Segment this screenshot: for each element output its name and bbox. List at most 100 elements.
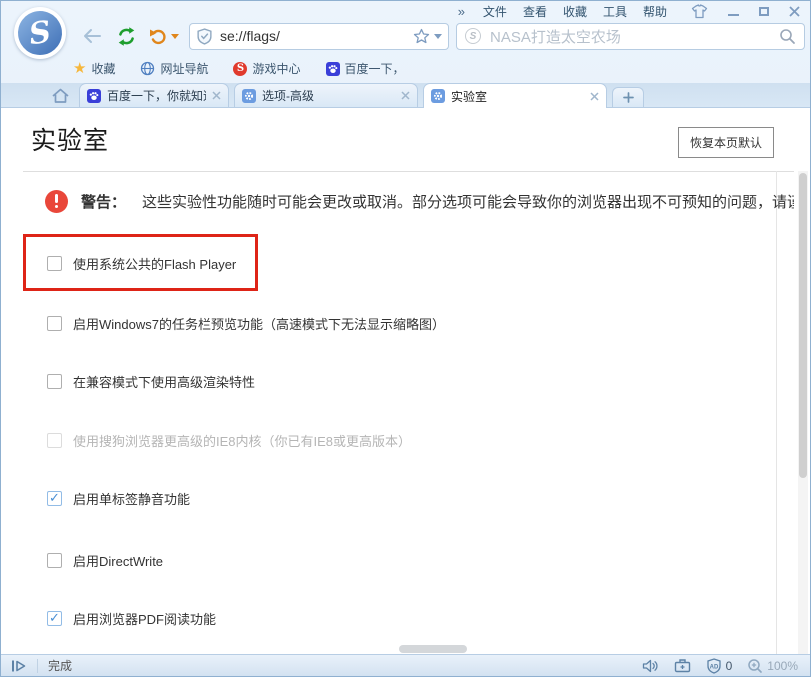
bookmark-label: 游戏中心 [252, 60, 300, 77]
flag-label: 在兼容模式下使用高级渲染特性 [73, 372, 255, 391]
sogou-search-icon: S [465, 28, 481, 44]
flag-row-directwrite: 启用DirectWrite [47, 551, 163, 569]
minimize-icon[interactable] [728, 14, 739, 16]
home-icon[interactable] [49, 87, 71, 104]
address-bar[interactable]: se://flags/ [189, 23, 449, 50]
gear-icon [431, 89, 445, 103]
checkbox[interactable] [47, 374, 62, 389]
baidu-paw-icon [326, 62, 340, 76]
tab-bar: 百度一下，你就知道 选项-高级 实验室 [1, 83, 810, 108]
flag-row-tab-mute: 启用单标签静音功能 [47, 489, 190, 507]
menu-tools[interactable]: 工具 [603, 3, 627, 20]
ad-block-counter[interactable]: AD 0 [706, 658, 733, 674]
warning-icon [45, 190, 68, 213]
close-icon[interactable] [789, 6, 800, 17]
flag-label: 使用搜狗浏览器更高级的IE8内核（你已有IE8或更高版本） [73, 431, 411, 450]
skin-icon[interactable] [691, 4, 708, 19]
tab-baidu[interactable]: 百度一下，你就知道 [79, 83, 229, 107]
warning-label: 警告： [81, 191, 126, 212]
baidu-paw-icon [87, 89, 101, 103]
browser-window: S » 文件 查看 收藏 工具 帮助 [0, 0, 811, 677]
search-input[interactable]: NASA打造太空农场 [490, 26, 779, 47]
reset-defaults-button[interactable]: 恢复本页默认 [678, 127, 774, 158]
gear-icon [242, 89, 256, 103]
menu-favorites[interactable]: 收藏 [563, 3, 587, 20]
bookmarks-bar: ★ 收藏 网址导航 S 游戏中心 百度一下， [73, 54, 810, 83]
status-text: 完成 [48, 657, 72, 674]
game-center-icon: S [233, 62, 247, 76]
flag-label: 启用单标签静音功能 [73, 489, 190, 508]
bookmark-site-navigation[interactable]: 网址导航 [140, 60, 208, 77]
separator [37, 659, 38, 673]
menu-overflow-icon[interactable]: » [458, 4, 465, 19]
new-tab-icon[interactable] [612, 87, 644, 107]
bookmark-baidu[interactable]: 百度一下， [326, 60, 405, 77]
tab-close-icon[interactable] [212, 91, 221, 100]
content-right-border [776, 171, 777, 654]
ad-count: 0 [726, 659, 733, 673]
divider [23, 171, 794, 172]
favorite-dropdown-icon[interactable] [434, 34, 442, 39]
globe-icon [140, 61, 155, 76]
flag-row-compat-advanced-rendering: 在兼容模式下使用高级渲染特性 [47, 372, 255, 390]
warning-text: 这些实验性功能随时可能会更改或取消。部分选项可能会导致你的浏览器出现不可预知的问… [142, 191, 794, 212]
status-bar: 完成 AD 0 100% [1, 654, 810, 676]
speaker-icon[interactable] [642, 659, 659, 673]
search-magnifier-icon[interactable] [779, 28, 796, 45]
flags-page: 实验室 恢复本页默认 警告： 这些实验性功能随时可能会更改或取消。部分选项可能会… [1, 108, 810, 654]
flag-label: 启用Windows7的任务栏预览功能（高速模式下无法显示缩略图） [73, 314, 445, 333]
menu-help[interactable]: 帮助 [643, 3, 667, 20]
sogou-logo[interactable]: S [14, 7, 66, 59]
tab-close-icon[interactable] [401, 91, 410, 100]
bookmark-label: 百度一下， [345, 60, 405, 77]
svg-text:AD: AD [709, 664, 718, 670]
warning-banner: 警告： 这些实验性功能随时可能会更改或取消。部分选项可能会导致你的浏览器出现不可… [45, 189, 794, 213]
tab-title: 实验室 [451, 88, 584, 105]
flag-row-ie8-kernel: 使用搜狗浏览器更高级的IE8内核（你已有IE8或更高版本） [47, 431, 411, 449]
star-icon: ★ [73, 61, 86, 76]
bookmark-game-center[interactable]: S 游戏中心 [233, 60, 300, 77]
flag-row-win7-taskbar-preview: 启用Windows7的任务栏预览功能（高速模式下无法显示缩略图） [47, 314, 445, 332]
checkbox[interactable] [47, 611, 62, 626]
vertical-scrollbar-thumb[interactable] [799, 173, 807, 478]
page-title: 实验室 [31, 121, 109, 157]
toolbox-icon[interactable] [674, 658, 691, 673]
checkbox[interactable] [47, 491, 62, 506]
site-security-shield-icon[interactable] [196, 28, 213, 45]
statusbar-right: AD 0 100% [642, 658, 810, 674]
maximize-icon[interactable] [759, 7, 769, 16]
menu-view[interactable]: 查看 [523, 3, 547, 20]
checkbox[interactable] [47, 316, 62, 331]
highlight-rectangle [23, 234, 258, 291]
tab-close-icon[interactable] [590, 92, 599, 101]
sogou-logo-icon: S [15, 8, 65, 58]
bookmark-label: 网址导航 [160, 60, 208, 77]
favorite-star-icon[interactable] [413, 28, 430, 44]
refresh-icon[interactable] [116, 26, 137, 47]
vertical-scrollbar[interactable] [798, 171, 808, 654]
window-controls [691, 4, 800, 19]
zoom-level: 100% [767, 659, 798, 673]
horizontal-scrollbar-thumb[interactable] [399, 645, 467, 653]
tab-title: 百度一下，你就知道 [107, 87, 206, 104]
tab-title: 选项-高级 [262, 87, 395, 104]
zoom-control[interactable]: 100% [747, 658, 798, 674]
toolbar: se://flags/ S NASA打造太空农场 [81, 21, 805, 51]
menubar: » 文件 查看 收藏 工具 帮助 [458, 3, 800, 20]
flag-label: 启用DirectWrite [73, 551, 163, 570]
flag-label: 启用浏览器PDF阅读功能 [73, 609, 216, 628]
undo-dropdown-icon[interactable] [171, 34, 179, 39]
flag-row-pdf-reader: 启用浏览器PDF阅读功能 [47, 609, 216, 627]
menu-file[interactable]: 文件 [483, 3, 507, 20]
search-box[interactable]: S NASA打造太空农场 [456, 23, 805, 50]
tab-lab[interactable]: 实验室 [423, 83, 607, 108]
checkbox [47, 433, 62, 448]
bookmark-favorites[interactable]: ★ 收藏 [73, 60, 115, 77]
address-input[interactable]: se://flags/ [220, 28, 413, 44]
media-panel-icon[interactable] [11, 659, 27, 673]
undo-icon[interactable] [149, 27, 168, 45]
back-icon[interactable] [81, 27, 103, 45]
tab-options-advanced[interactable]: 选项-高级 [234, 83, 418, 107]
bookmark-label: 收藏 [91, 60, 115, 77]
checkbox[interactable] [47, 553, 62, 568]
